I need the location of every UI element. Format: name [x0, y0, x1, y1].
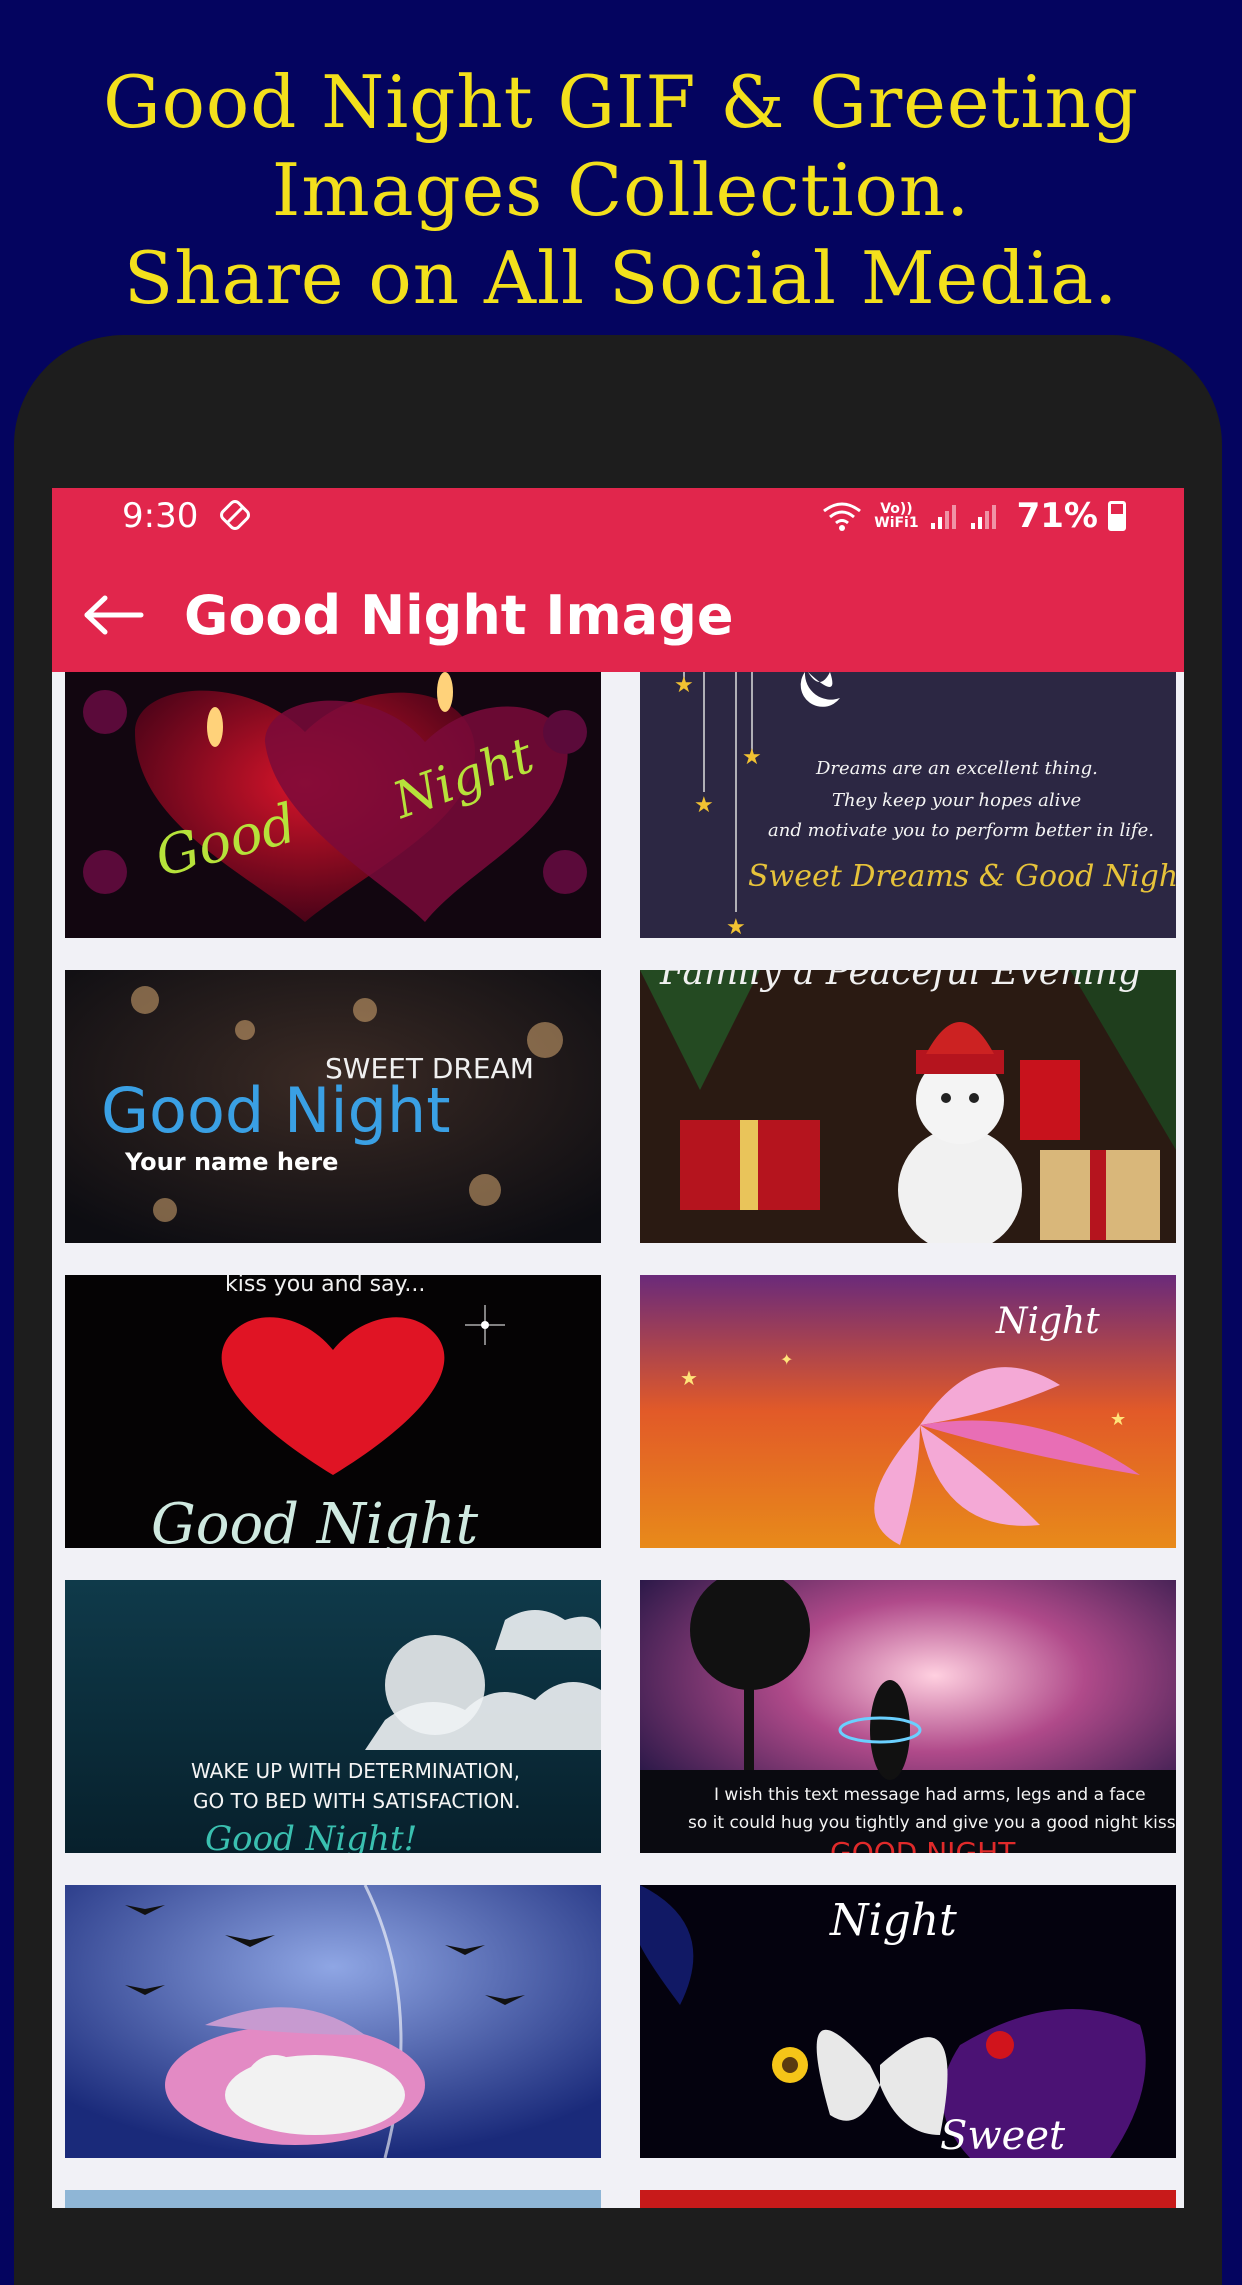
- tile-7-line-2: GO TO BED WITH SATISFACTION.: [193, 1789, 520, 1813]
- tile-2-line-1: Dreams are an excellent thing.: [815, 758, 1098, 779]
- promo-line-2: Images Collection.: [271, 148, 971, 232]
- tile-3-sub: Your name here: [124, 1148, 338, 1176]
- image-tile-2[interactable]: ★ ★ ★ ★ Dreams are an excellent thing. They…: [640, 672, 1176, 938]
- tile-10-art: Night Sweet: [640, 1885, 1176, 2158]
- signal-1-icon: [930, 505, 956, 529]
- promo-heading: Good Night GIF & Greeting Images Collect…: [0, 58, 1242, 322]
- tile-2-line-4: Sweet Dreams & Good Night!: [748, 859, 1176, 894]
- svg-text:★: ★: [694, 793, 714, 818]
- signal-2-icon: [970, 505, 996, 529]
- tile-2-art: ★ ★ ★ ★ Dreams are an excellent thing. They…: [640, 672, 1176, 938]
- volte-top: Vo)): [880, 501, 913, 517]
- status-time: 9:30: [122, 496, 199, 536]
- image-tile-9[interactable]: [65, 1885, 601, 2158]
- battery-percent: 71%: [1016, 496, 1098, 536]
- promo-line-3: Share on All Social Media.: [123, 236, 1119, 320]
- svg-text:★: ★: [680, 1366, 698, 1390]
- tile-8-line-1: I wish this text message had arms, legs …: [714, 1785, 1146, 1805]
- image-tile-8[interactable]: I wish this text message had arms, legs …: [640, 1580, 1176, 1853]
- volte-bottom: WiFi1: [874, 515, 919, 531]
- tile-3-art: SWEET DREAM Good Night Your name here: [65, 970, 601, 1243]
- tile-8-line-3: GOOD NIGHT: [830, 1836, 1016, 1853]
- battery-icon: [1108, 501, 1126, 531]
- no-disturb-icon: [220, 500, 250, 530]
- app-bar: Good Night Image: [52, 558, 1184, 672]
- image-tile-12[interactable]: [640, 2190, 1176, 2208]
- image-tile-6[interactable]: ★ ✦ ★ Night: [640, 1275, 1176, 1548]
- tile-8-art: I wish this text message had arms, legs …: [640, 1580, 1176, 1853]
- tile-2-line-2: They keep your hopes alive: [832, 790, 1081, 811]
- volte-label: Vo)) WiFi1: [874, 502, 918, 530]
- image-tile-10[interactable]: Night Sweet: [640, 1885, 1176, 2158]
- arrow-left-icon: [84, 595, 144, 635]
- back-button[interactable]: [64, 558, 164, 672]
- image-tile-4[interactable]: Family a Peaceful Evening: [640, 970, 1176, 1243]
- tile-6-word: Night: [995, 1301, 1100, 1342]
- tile-10-bottom: Sweet: [940, 2113, 1066, 2158]
- svg-text:★: ★: [1110, 1409, 1126, 1430]
- wifi-icon: [823, 502, 862, 531]
- tile-2-line-3: and motivate you to perform better in li…: [768, 820, 1154, 841]
- tile-7-line-3: Good Night!: [205, 1819, 417, 1853]
- image-tile-1[interactable]: Good Night: [65, 672, 601, 938]
- phone-screen: 9:30 Vo)) WiFi1 71% Good Night Image Goo…: [52, 488, 1184, 2208]
- tile-5-bottom: Good Night: [151, 1492, 479, 1548]
- status-right: Vo)) WiFi1 71%: [820, 496, 1126, 536]
- tile-8-line-2: so it could hug you tightly and give you…: [688, 1813, 1176, 1833]
- tile-10-top: Night: [829, 1895, 957, 1946]
- tile-7-line-1: WAKE UP WITH DETERMINATION,: [191, 1759, 520, 1783]
- image-tile-7[interactable]: WAKE UP WITH DETERMINATION, GO TO BED WI…: [65, 1580, 601, 1853]
- svg-text:★: ★: [674, 673, 694, 698]
- svg-text:★: ★: [742, 745, 762, 770]
- tile-5-top: kiss you and say...: [225, 1275, 425, 1297]
- status-bar: 9:30 Vo)) WiFi1 71%: [52, 488, 1184, 558]
- page-title: Good Night Image: [184, 583, 734, 647]
- tile-6-art: ★ ✦ ★ Night: [640, 1275, 1176, 1548]
- promo-line-1: Good Night GIF & Greeting: [103, 60, 1139, 144]
- tile-5-art: kiss you and say... Good Night: [65, 1275, 601, 1548]
- image-tile-11[interactable]: [65, 2190, 601, 2208]
- tile-3-main: Good Night: [101, 1074, 451, 1147]
- tile-9-art: [65, 1885, 601, 2158]
- tile-4-art: Family a Peaceful Evening: [640, 970, 1176, 1243]
- image-tile-5[interactable]: kiss you and say... Good Night: [65, 1275, 601, 1548]
- tile-4-top: Family a Peaceful Evening: [659, 970, 1141, 993]
- tile-7-art: WAKE UP WITH DETERMINATION, GO TO BED WI…: [65, 1580, 601, 1853]
- tile-1-art: Good Night: [65, 672, 601, 938]
- svg-text:✦: ✦: [780, 1350, 793, 1369]
- image-tile-3[interactable]: SWEET DREAM Good Night Your name here: [65, 970, 601, 1243]
- svg-text:★: ★: [726, 915, 746, 938]
